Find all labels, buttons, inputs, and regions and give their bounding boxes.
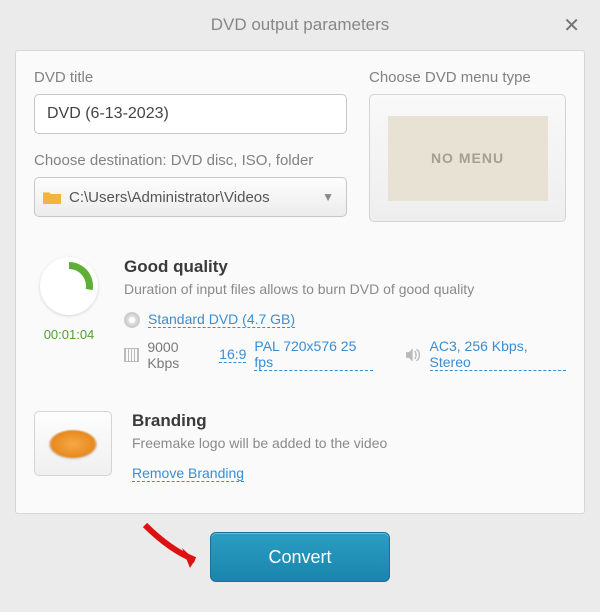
film-icon: [124, 348, 139, 362]
titlebar: DVD output parameters ✕: [0, 0, 600, 50]
duration-value: 00:01:04: [34, 327, 104, 342]
menu-preview-text: NO MENU: [431, 150, 504, 166]
dvd-title-label: DVD title: [34, 69, 347, 86]
chevron-down-icon: ▼: [322, 190, 334, 204]
menu-type-selector[interactable]: NO MENU: [369, 94, 566, 222]
bitrate-value: 9000 Kbps: [147, 339, 211, 371]
quality-subtitle: Duration of input files allows to burn D…: [124, 281, 566, 297]
branding-subtitle: Freemake logo will be added to the video: [132, 435, 566, 451]
video-format-link[interactable]: PAL 720x576 25 fps: [254, 338, 373, 371]
branding-title: Branding: [132, 411, 566, 431]
freemake-logo-icon: [48, 429, 98, 459]
convert-button[interactable]: Convert: [210, 532, 390, 582]
remove-branding-link[interactable]: Remove Branding: [132, 465, 244, 482]
folder-icon: [43, 190, 61, 204]
destination-label: Choose destination: DVD disc, ISO, folde…: [34, 152, 347, 169]
menu-type-label: Choose DVD menu type: [369, 69, 566, 86]
duration-gauge-icon: [40, 257, 98, 315]
close-icon[interactable]: ✕: [563, 13, 580, 38]
branding-section: Branding Freemake logo will be added to …: [34, 411, 566, 483]
aspect-ratio-link[interactable]: 16:9: [219, 346, 246, 363]
quality-title: Good quality: [124, 257, 566, 277]
dialog-title: DVD output parameters: [211, 15, 390, 35]
destination-dropdown[interactable]: C:\Users\Administrator\Videos ▼: [34, 177, 347, 217]
menu-preview-thumb: NO MENU: [388, 116, 548, 201]
disc-icon: [124, 312, 140, 328]
destination-value: C:\Users\Administrator\Videos: [69, 189, 322, 206]
dvd-title-input[interactable]: [34, 94, 347, 134]
speaker-icon: [406, 348, 421, 362]
main-panel: DVD title Choose destination: DVD disc, …: [15, 50, 585, 514]
branding-thumbnail: [34, 411, 112, 476]
quality-section: 00:01:04 Good quality Duration of input …: [34, 257, 566, 381]
disc-type-link[interactable]: Standard DVD (4.7 GB): [148, 311, 295, 328]
audio-format-link[interactable]: AC3, 256 Kbps, Stereo: [430, 338, 566, 371]
dvd-output-dialog: DVD output parameters ✕ DVD title Choose…: [0, 0, 600, 582]
